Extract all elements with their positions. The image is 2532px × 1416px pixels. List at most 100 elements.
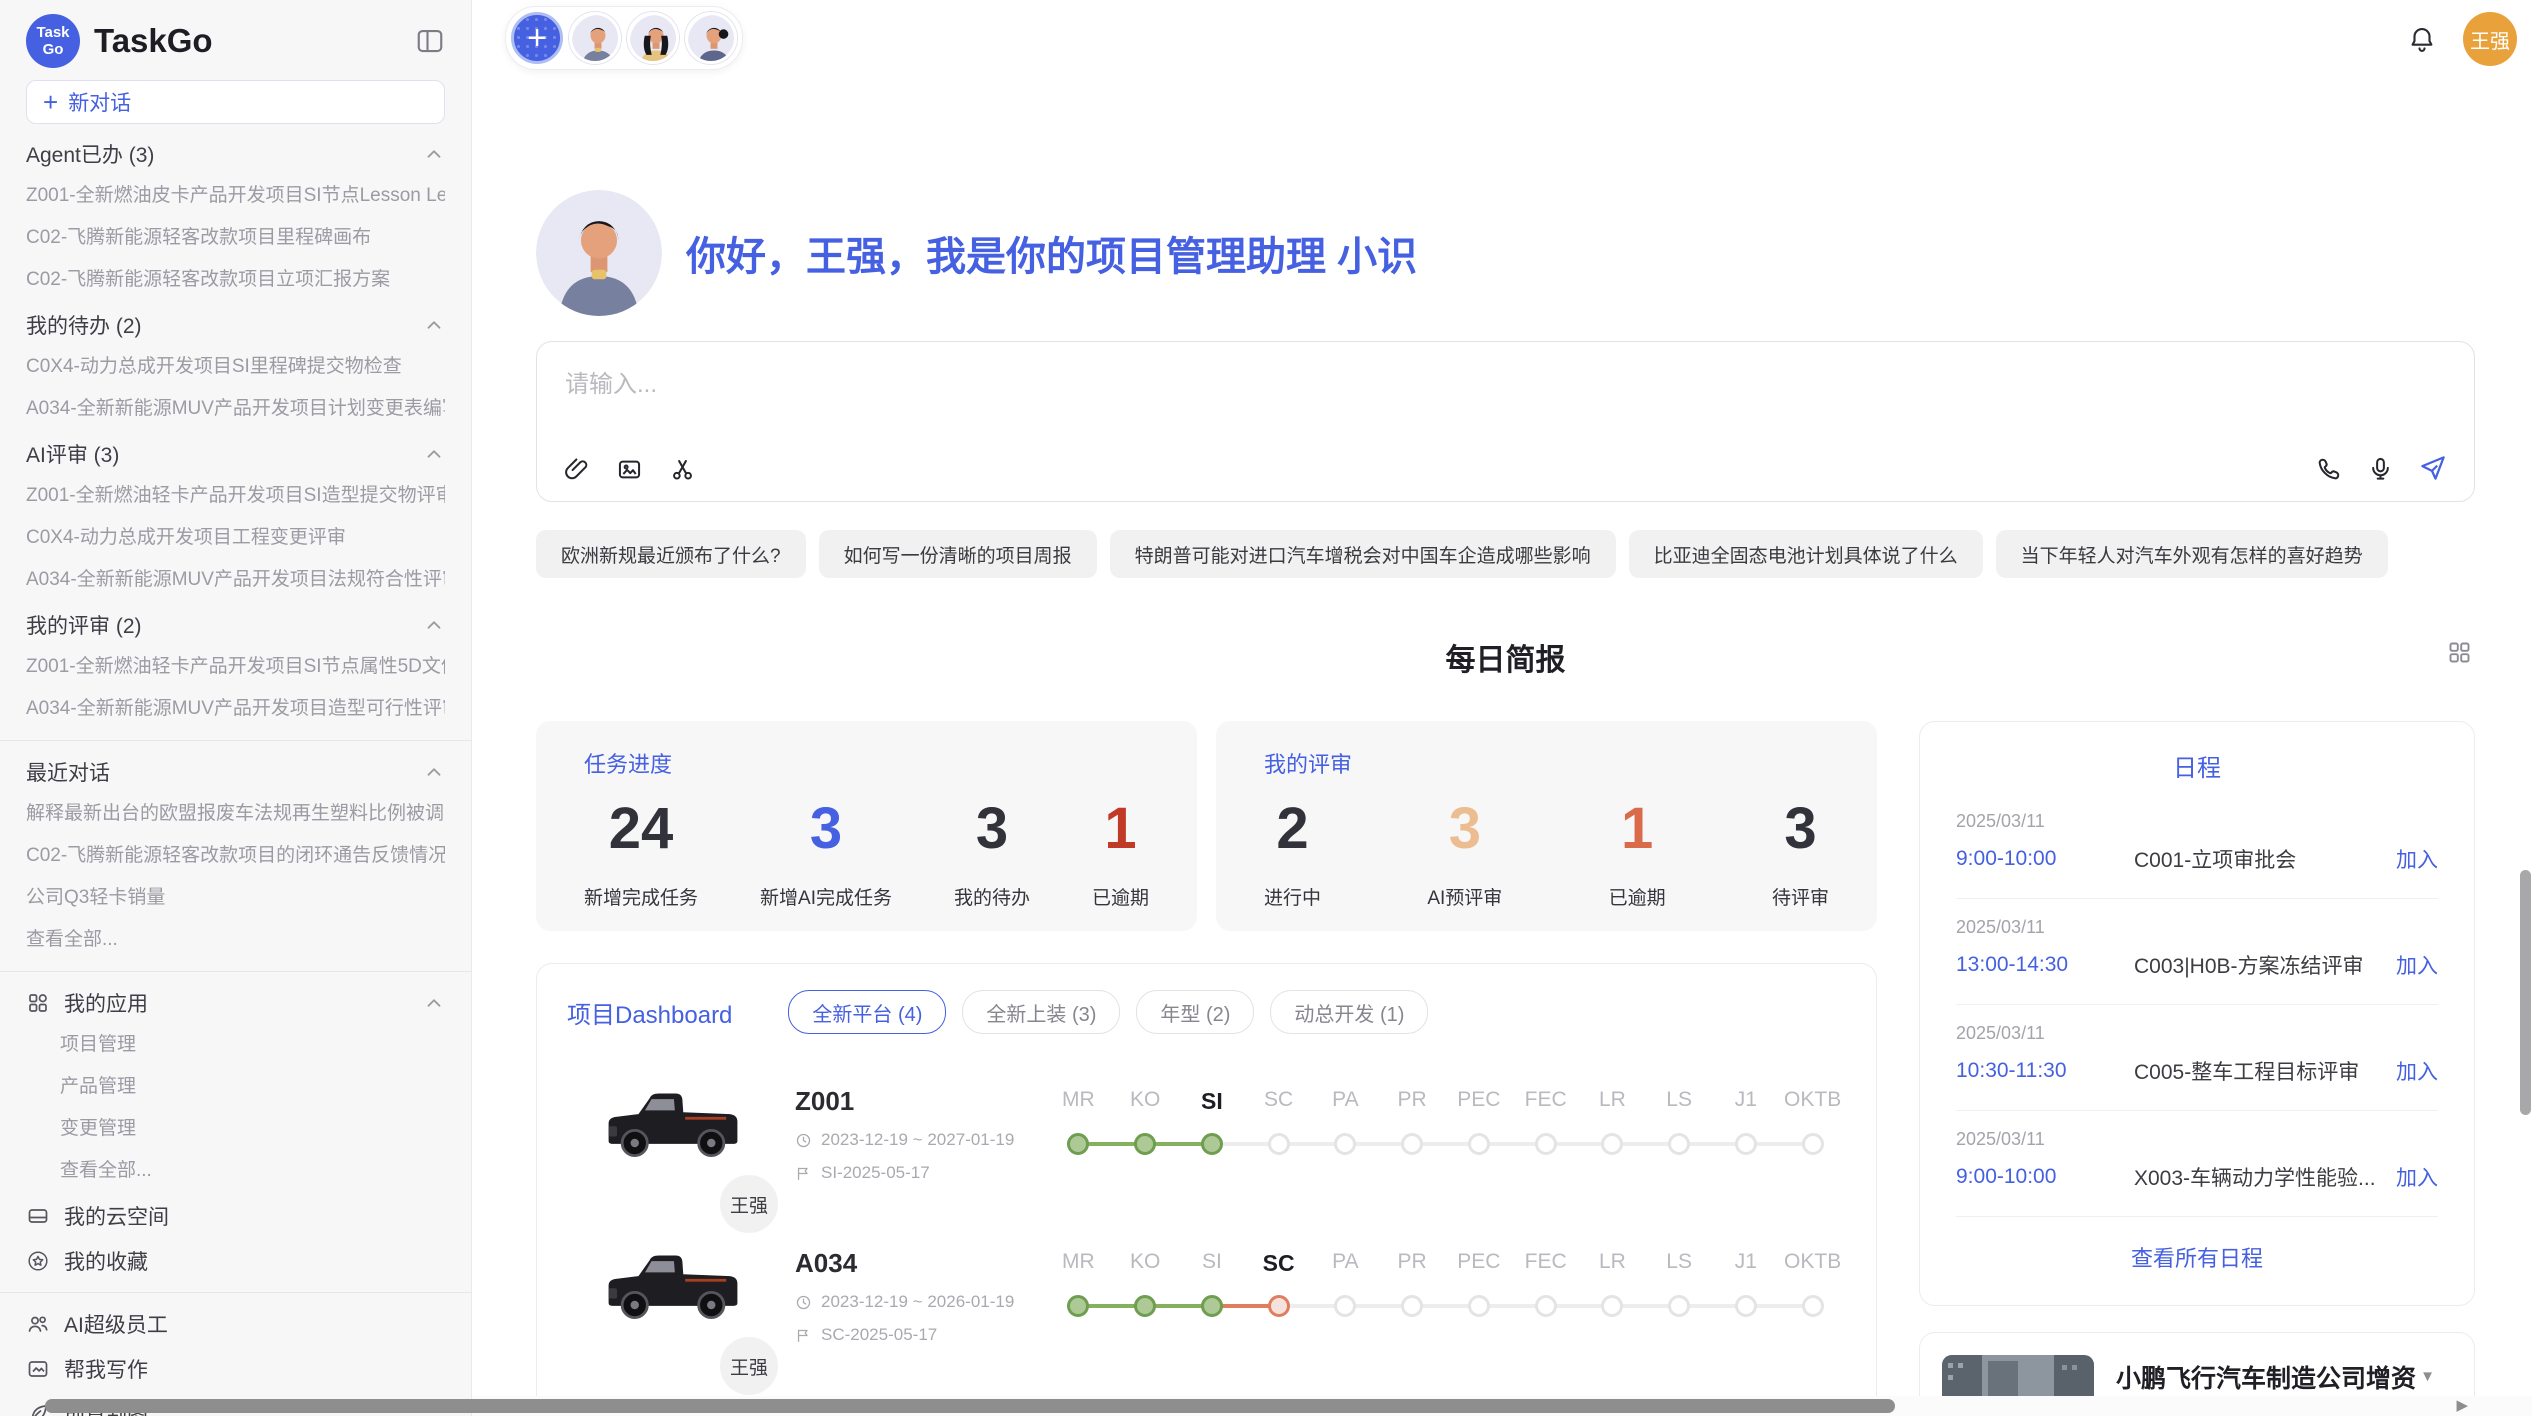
recent-chat-item[interactable]: 公司Q3轻卡销量 [26,883,445,913]
app-link[interactable]: 项目管理 [60,1030,445,1060]
schedule-date: 2025/03/11 [1956,917,2438,938]
chat-input[interactable] [563,362,2448,436]
milestone-dot [1401,1133,1423,1155]
dashboard-tab[interactable]: 动总开发 (1) [1270,990,1428,1034]
assistant-avatar [536,190,662,316]
suggestion-chip[interactable]: 当下年轻人对汽车外观有怎样的喜好趋势 [1996,530,2388,578]
image-icon[interactable] [616,456,643,483]
user-avatar[interactable]: 王强 [2463,12,2517,66]
suggestion-chip[interactable]: 欧洲新规最近颁布了什么? [536,530,806,578]
dashboard-tab[interactable]: 年型 (2) [1136,990,1254,1034]
sidebar-task-item[interactable]: Z001-全新燃油轻卡产品开发项目SI节点属性5D文件评审 [26,652,445,682]
schedule-name: C003|H0B-方案冻结评审 [2134,950,2396,980]
sidebar-section-header[interactable]: Agent已办 (3) [26,139,445,169]
stat: 24 新增完成任务 [584,797,698,910]
agent-avatar-3[interactable] [685,12,737,64]
greeting-block: 你好，王强，我是你的项目管理助理 小识 [536,190,2475,316]
sidebar-item-ai-super-staff[interactable]: AI超级员工 [26,1309,445,1339]
sidebar-item-help-me-write[interactable]: 帮我写作 [26,1354,445,1384]
join-meeting-link[interactable]: 加入 [2396,950,2438,980]
view-all-schedule-link[interactable]: 查看所有日程 [1956,1217,2438,1295]
sidebar-item-my-apps[interactable]: 我的应用 [26,988,445,1018]
milestone-label: PEC [1446,1088,1513,1115]
recent-chat-item[interactable]: C02-飞腾新能源轻客改款项目的闭环通告反馈情况 [26,841,445,871]
briefing-left-column: 任务进度 24 新增完成任务 3 新增AI完成任务 3 我的待办 1 已逾期 我… [536,721,1877,1416]
sidebar-task-item[interactable]: A034-全新新能源MUV产品开发项目计划变更表编写 [26,394,445,424]
sidebar-item-cloud-space[interactable]: 我的云空间 [26,1201,445,1231]
milestone-dot [1067,1295,1089,1317]
app-link[interactable]: 变更管理 [60,1114,445,1144]
paperclip-icon[interactable] [563,456,590,483]
logo-line2: Go [43,41,64,58]
stat-label: 新增AI完成任务 [760,883,892,910]
project-info: Z001 2023-12-19 ~ 2027-01-19 SI-2025-05-… [753,1076,1045,1226]
sidebar-task-item[interactable]: C02-飞腾新能源轻客改款项目立项汇报方案 [26,265,445,295]
stat-card-stats: 24 新增完成任务 3 新增AI完成任务 3 我的待办 1 已逾期 [584,797,1149,910]
app-logo: Task Go [26,14,80,68]
project-info: A034 2023-12-19 ~ 2026-01-19 SC-2025-05-… [753,1238,1045,1388]
sidebar-task-item[interactable]: C0X4-动力总成开发项目SI里程碑提交物检查 [26,352,445,382]
phone-icon[interactable] [2316,455,2343,482]
project-row[interactable]: 王强 Z001 2023-12-19 ~ 2027-01-19 SI-2025-… [567,1076,1846,1226]
suggestion-chip[interactable]: 特朗普可能对进口汽车增税会对中国车企造成哪些影响 [1110,530,1616,578]
recent-view-all-link[interactable]: 查看全部... [26,925,445,955]
join-meeting-link[interactable]: 加入 [2396,1162,2438,1192]
grid-icon[interactable] [2446,639,2473,666]
dashboard-tab[interactable]: 全新平台 (4) [788,990,946,1034]
sidebar-collapse-icon[interactable] [415,26,445,56]
dashboard-tab[interactable]: 全新上装 (3) [962,990,1120,1034]
scroll-down-arrow-icon[interactable]: ▼ [2420,1369,2435,1384]
recent-chat-item[interactable]: 解释最新出台的欧盟报废车法规再生塑料比例被调至15%... [26,799,445,829]
milestone-dot [1334,1133,1356,1155]
greeting-text: 你好，王强，我是你的项目管理助理 小识 [686,224,1417,282]
sidebar-section-header[interactable]: 我的评审 (2) [26,610,445,640]
project-row[interactable]: 王强 A034 2023-12-19 ~ 2026-01-19 SC-2025-… [567,1238,1846,1388]
sidebar-list: Agent已办 (3) Z001-全新燃油皮卡产品开发项目SI节点Lesson L… [26,139,445,1416]
join-meeting-link[interactable]: 加入 [2396,844,2438,874]
schedule-items: 2025/03/11 9:00-10:00 C001-立项审批会 加入 2025… [1956,793,2438,1217]
milestone-dot [1468,1133,1490,1155]
stat-card-stats: 2 进行中 3 AI预评审 1 已逾期 3 待评审 [1264,797,1829,910]
scroll-right-arrow-icon[interactable]: ▶ [2456,1398,2468,1413]
sidebar-task-item[interactable]: A034-全新新能源MUV产品开发项目造型可行性评审 [26,694,445,724]
horizontal-scrollbar-thumb[interactable] [45,1399,1895,1413]
add-agent-button[interactable]: + [511,12,563,64]
vertical-scrollbar-thumb[interactable] [2520,870,2531,1115]
sidebar-section-header[interactable]: 我的待办 (2) [26,310,445,340]
chevron-up-icon [423,614,445,636]
agent-avatar-1[interactable] [569,12,621,64]
stat: 3 AI预评审 [1427,797,1502,910]
stat: 1 已逾期 [1609,797,1666,910]
milestone-dot [1668,1295,1690,1317]
stat-label: 已逾期 [1609,883,1666,910]
sidebar-task-item[interactable]: Z001-全新燃油皮卡产品开发项目SI节点Lesson Learn报告 [26,181,445,211]
sidebar-task-item[interactable]: C0X4-动力总成开发项目工程变更评审 [26,523,445,553]
new-chat-button[interactable]: + 新对话 [26,80,445,124]
dashboard-tabs: 全新平台 (4) 全新上装 (3) 年型 (2) 动总开发 (1) [788,990,1428,1034]
scissors-icon[interactable] [669,456,696,483]
sidebar-section-header[interactable]: 最近对话 [26,757,445,787]
schedule-date: 2025/03/11 [1956,1023,2438,1044]
stat: 2 进行中 [1264,797,1321,910]
send-icon[interactable] [2418,453,2448,483]
stat-value: 2 [1264,797,1321,861]
agent-avatar-2[interactable] [627,12,679,64]
write-image-icon [26,1357,50,1381]
microphone-icon[interactable] [2367,455,2394,482]
sidebar-item-favorites[interactable]: 我的收藏 [26,1246,445,1276]
suggestion-chip[interactable]: 比亚迪全固态电池计划具体说了什么 [1629,530,1983,578]
divider [0,740,471,741]
sidebar-task-item[interactable]: A034-全新新能源MUV产品开发项目法规符合性评审 [26,565,445,595]
app-link[interactable]: 产品管理 [60,1072,445,1102]
join-meeting-link[interactable]: 加入 [2396,1056,2438,1086]
apps-view-all-link[interactable]: 查看全部... [60,1156,445,1186]
milestone-dot [1735,1295,1757,1317]
suggestion-chip[interactable]: 如何写一份清晰的项目周报 [819,530,1097,578]
milestone-dot [1601,1133,1623,1155]
people-icon [26,1312,50,1336]
notification-bell-icon[interactable] [2407,24,2437,54]
stat-value: 24 [584,797,698,861]
sidebar-task-item[interactable]: C02-飞腾新能源轻客改款项目里程碑画布 [26,223,445,253]
sidebar-task-item[interactable]: Z001-全新燃油轻卡产品开发项目SI造型提交物评审 [26,481,445,511]
sidebar-section-header[interactable]: AI评审 (3) [26,439,445,469]
